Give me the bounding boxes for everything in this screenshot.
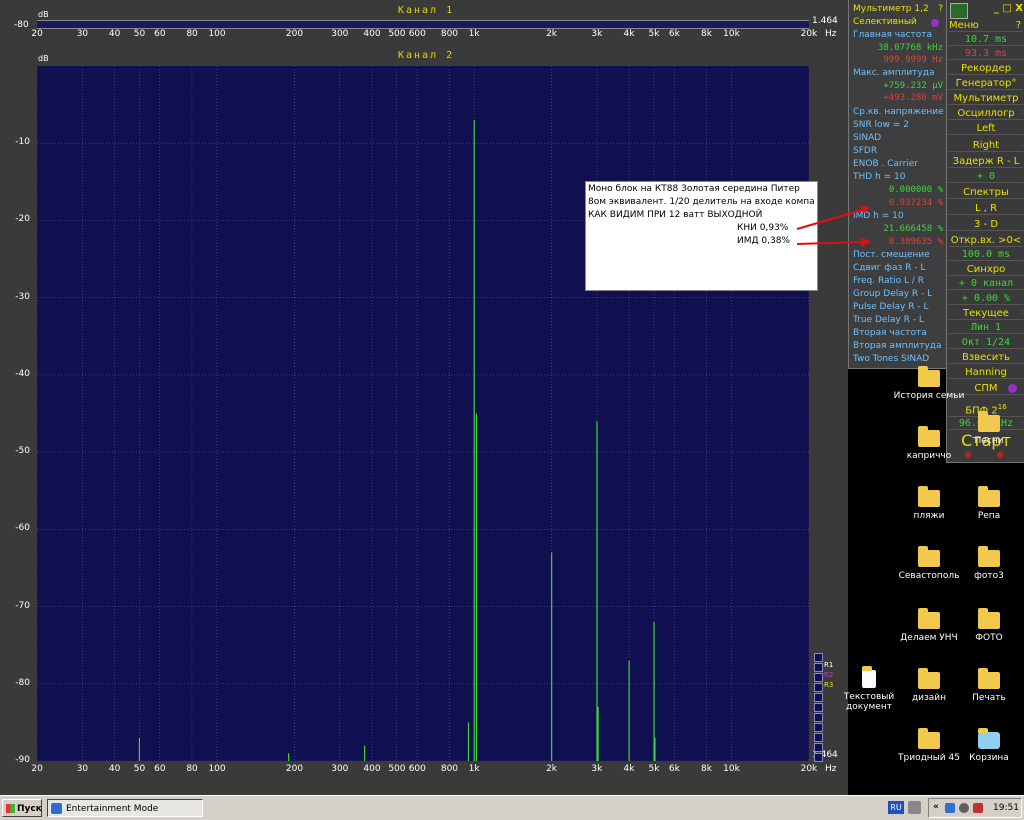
media-app-icon bbox=[51, 803, 62, 814]
language-indicator[interactable]: RU bbox=[888, 801, 904, 814]
taskbar: Пуск Entertainment Mode RU « 19:51 bbox=[0, 795, 1024, 820]
arrowhead-thd bbox=[860, 205, 870, 214]
volume-icon[interactable] bbox=[959, 803, 969, 813]
windows-logo-icon bbox=[6, 804, 15, 813]
arrow-imd bbox=[796, 241, 863, 245]
tray-app-icon[interactable] bbox=[973, 803, 983, 813]
network-icon[interactable] bbox=[945, 803, 955, 813]
start-button[interactable]: Пуск bbox=[2, 799, 42, 817]
tray-expand-icon[interactable]: « bbox=[933, 802, 939, 812]
clock[interactable]: 19:51 bbox=[993, 803, 1019, 813]
arrowhead-imd bbox=[861, 237, 871, 247]
start-label: Пуск bbox=[17, 804, 42, 814]
annotation-arrows bbox=[796, 205, 871, 247]
system-tray: « 19:51 bbox=[928, 798, 1022, 818]
taskbar-item-entertainment[interactable]: Entertainment Mode bbox=[47, 799, 203, 817]
arrow-thd bbox=[796, 209, 863, 230]
keyboard-icon[interactable] bbox=[908, 801, 921, 814]
taskbar-item-label: Entertainment Mode bbox=[66, 804, 159, 814]
